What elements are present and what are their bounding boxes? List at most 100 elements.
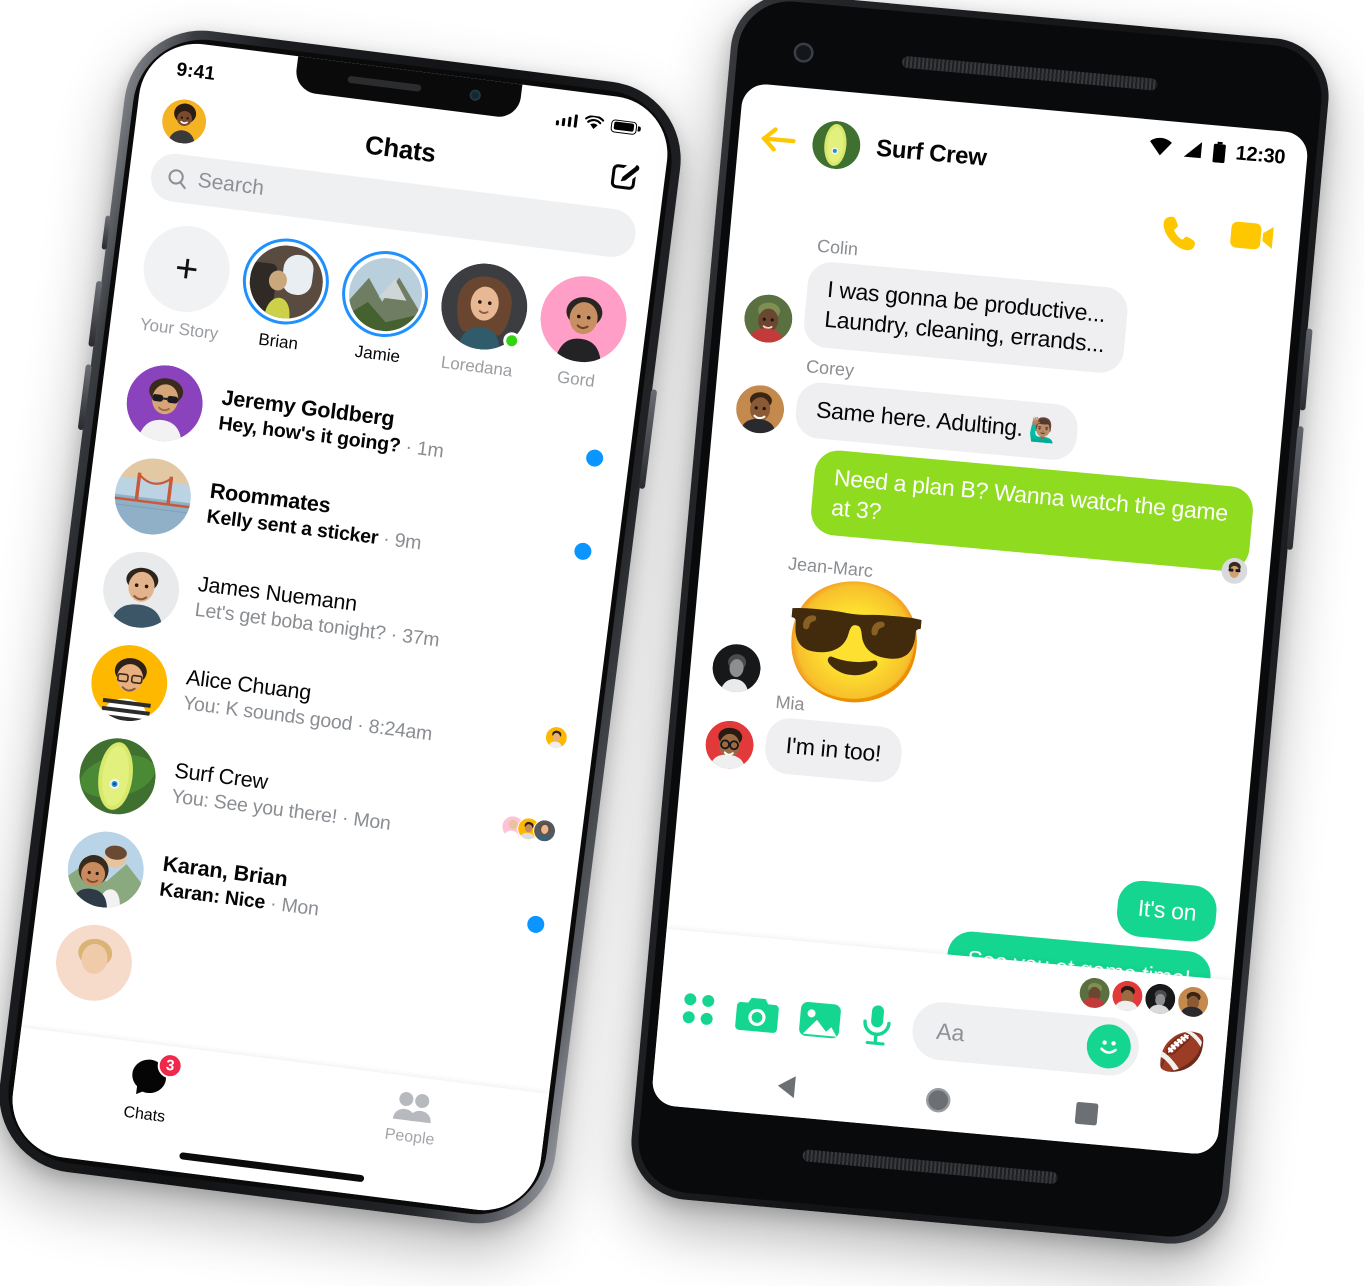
wifi-icon xyxy=(585,114,605,129)
avatar xyxy=(122,361,207,446)
video-camera-icon[interactable] xyxy=(1228,217,1275,255)
wifi-icon xyxy=(1150,137,1173,156)
snippet-time: Mon xyxy=(280,893,321,921)
iphone-device: 9:41 Chats Search + Your Story Brian Jam… xyxy=(0,21,690,1233)
plus-icon: + xyxy=(138,220,235,318)
bottom-speaker-icon xyxy=(802,1149,1059,1185)
status-icons xyxy=(555,111,638,136)
seen-by-avatars xyxy=(543,724,570,750)
avatar[interactable] xyxy=(810,119,862,171)
story-item-jamie[interactable]: Jamie xyxy=(334,245,434,370)
front-camera-icon xyxy=(469,89,482,102)
chat-meta xyxy=(467,1010,532,1018)
page-title: Surf Crew xyxy=(875,134,988,172)
search-placeholder: Search xyxy=(196,168,266,200)
tab-label: Chats xyxy=(122,1103,167,1126)
chat-meta xyxy=(501,719,570,750)
avatar xyxy=(742,292,794,344)
status-time: 12:30 xyxy=(1234,141,1287,169)
seen-by-avatars xyxy=(500,813,558,844)
message-text: Need a plan B? Wanna watch the game at 3… xyxy=(830,463,1230,526)
smiley-face-icon[interactable] xyxy=(1084,1022,1133,1071)
snippet-time: Mon xyxy=(352,808,392,835)
story-ring xyxy=(535,271,631,367)
story-label: Gord xyxy=(555,367,596,391)
status-badge xyxy=(585,448,605,468)
avatar xyxy=(1111,980,1144,1013)
back-arrow-icon[interactable] xyxy=(759,123,798,156)
avatar xyxy=(63,827,148,913)
microphone-icon[interactable] xyxy=(859,1003,895,1048)
avatar xyxy=(703,719,755,771)
iphone-screen: 9:41 Chats Search + Your Story Brian Jam… xyxy=(5,37,675,1217)
avatar xyxy=(734,383,786,435)
avatar xyxy=(87,641,172,726)
story-item-loredana[interactable]: Loredana xyxy=(433,259,533,383)
snippet-time: 9m xyxy=(393,529,423,555)
message-text: Same here. Adulting. 🙋🏽‍♂️ xyxy=(815,396,1059,444)
story-thumbnail xyxy=(535,271,631,367)
chat-text xyxy=(148,957,451,1020)
tab-people[interactable]: People xyxy=(276,1074,547,1163)
chat-meta xyxy=(514,637,579,645)
message-bubble[interactable]: I'm in too! xyxy=(763,716,904,785)
message-text: I was gonna be productive... Laundry, cl… xyxy=(823,275,1107,357)
avatar xyxy=(1078,977,1111,1010)
people-icon xyxy=(392,1092,431,1124)
avatar xyxy=(110,454,196,539)
snippet-time: 37m xyxy=(400,624,441,652)
four-dots-icon[interactable] xyxy=(680,991,717,1028)
story-label: Loredana xyxy=(439,352,514,381)
battery-icon xyxy=(1212,141,1227,163)
status-badge xyxy=(526,914,546,934)
phone-call-icon[interactable] xyxy=(1158,211,1201,254)
signal-icon xyxy=(1184,142,1203,159)
message-text: I'm in too! xyxy=(784,732,883,767)
emoji-sticker-cool-face[interactable]: 😎 xyxy=(776,572,934,717)
chat-text: Karan, Brian Karan: Nice · Mon xyxy=(158,852,464,939)
nav-back-triangle-icon[interactable] xyxy=(772,1070,805,1103)
screenshot-stage: 9:41 Chats Search + Your Story Brian Jam… xyxy=(0,0,1364,1286)
photo-gallery-icon[interactable] xyxy=(797,999,842,1041)
camera-icon[interactable] xyxy=(734,994,781,1036)
avatar xyxy=(75,733,160,819)
surf-crew-avatar xyxy=(812,121,861,170)
chat-text: James Nuemann Let's get boba tonight? · … xyxy=(194,572,500,659)
story-ring xyxy=(436,259,532,355)
search-icon xyxy=(168,168,186,189)
chat-list: Jeremy Goldberg Hey, how's it going? · 1… xyxy=(25,349,635,1068)
chat-text: Alice Chuang You: K sounds good · 8:24am xyxy=(182,665,488,752)
chat-text: Roommates Kelly sent a sticker · 9m xyxy=(205,479,511,566)
compose-pencil-icon[interactable] xyxy=(607,160,641,194)
snippet-time: 1m xyxy=(415,437,445,463)
status-time: 9:41 xyxy=(175,59,217,85)
story-thumbnail xyxy=(344,253,426,335)
story-ring xyxy=(337,245,434,343)
story-item-gord[interactable]: Gord xyxy=(532,271,632,395)
football-icon[interactable]: 🏈 xyxy=(1156,1030,1207,1076)
earpiece-speaker-icon xyxy=(901,55,1158,91)
story-item-your-story[interactable]: + Your Story xyxy=(135,220,235,345)
story-thumbnail xyxy=(245,240,327,323)
story-label: Jamie xyxy=(353,341,402,367)
avatar xyxy=(1220,557,1248,585)
battery-full-icon xyxy=(610,118,638,135)
earpiece-speaker-icon xyxy=(347,75,422,92)
avatar xyxy=(1144,983,1177,1016)
android-screen: 12:30 Surf Crew Colin I was gonna be pro… xyxy=(650,82,1310,1156)
avatar xyxy=(1177,986,1210,1019)
message-text: It's on xyxy=(1136,894,1198,927)
android-device: 12:30 Surf Crew Colin I was gonna be pro… xyxy=(626,0,1334,1249)
avatar xyxy=(543,724,570,750)
online-status-dot xyxy=(502,331,522,351)
chat-meta xyxy=(478,908,546,934)
nav-recents-square-icon[interactable] xyxy=(1072,1100,1100,1128)
chat-meta xyxy=(489,812,558,844)
tab-chats[interactable]: 3 Chats xyxy=(11,1041,283,1141)
story-item-brian[interactable]: Brian xyxy=(234,233,334,357)
avatar xyxy=(99,547,184,632)
message-bubble[interactable]: It's on xyxy=(1115,879,1219,944)
chat-text: Surf Crew You: See you there! · Mon xyxy=(170,759,476,846)
nav-home-circle-icon[interactable] xyxy=(922,1084,955,1117)
avatar xyxy=(52,920,137,1005)
